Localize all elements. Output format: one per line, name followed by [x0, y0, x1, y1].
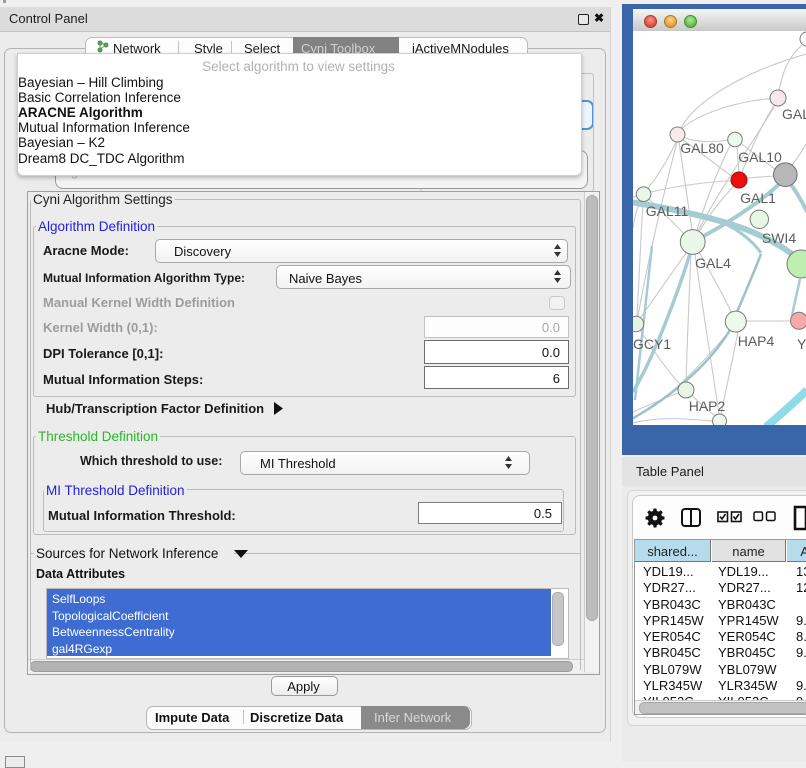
svg-text:GAL80: GAL80	[680, 140, 724, 156]
svg-text:HAP2: HAP2	[689, 398, 726, 414]
svg-text:GAL7: GAL7	[782, 106, 806, 122]
svg-text:GAL4: GAL4	[695, 255, 731, 271]
svg-text:GCY1: GCY1	[633, 336, 671, 352]
svg-text:GAL11: GAL11	[646, 203, 689, 219]
svg-text:GAL1: GAL1	[740, 190, 776, 206]
svg-text:SWI4: SWI4	[762, 230, 796, 246]
svg-text:HAP4: HAP4	[738, 333, 775, 349]
svg-text:GAL10: GAL10	[738, 149, 782, 165]
svg-text:Y: Y	[797, 336, 806, 352]
